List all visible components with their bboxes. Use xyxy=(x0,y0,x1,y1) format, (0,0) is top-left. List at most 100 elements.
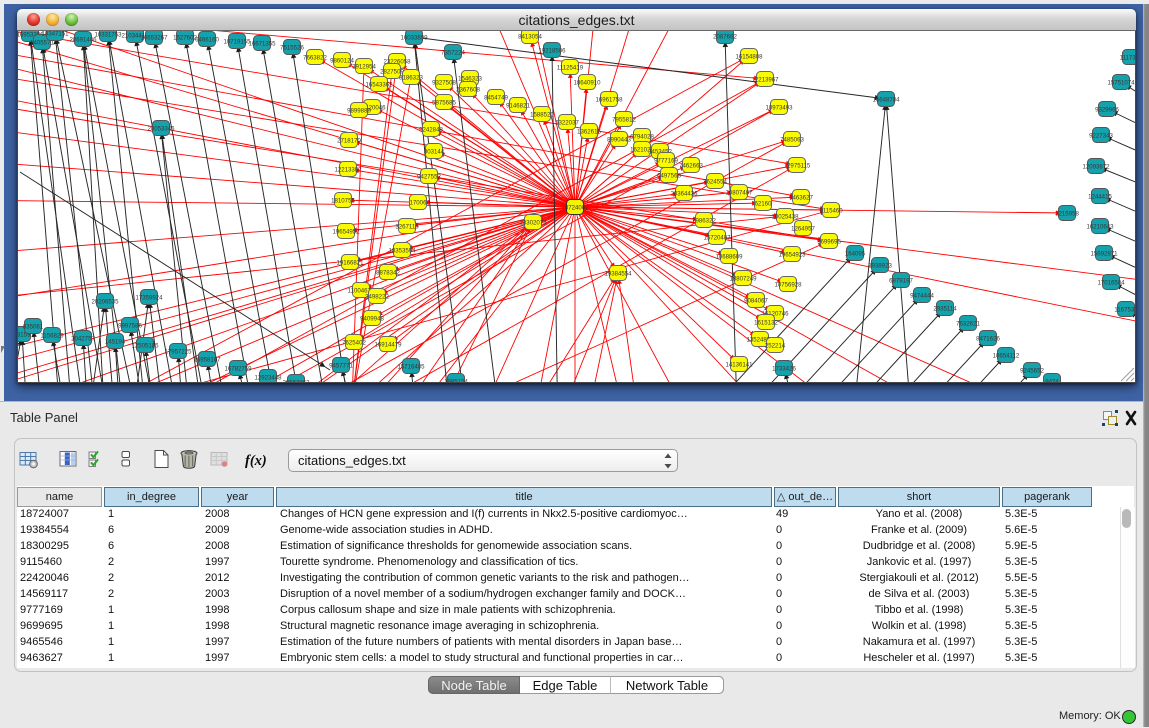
svg-text:803144: 803144 xyxy=(424,149,445,156)
svg-text:6466160: 6466160 xyxy=(195,37,219,44)
svg-text:12093872: 12093872 xyxy=(1082,164,1110,171)
svg-text:10756928: 10756928 xyxy=(774,282,802,289)
svg-text:10653267: 10653267 xyxy=(140,35,168,42)
svg-text:17957225: 17957225 xyxy=(164,349,192,356)
svg-text:10025438: 10025438 xyxy=(771,214,799,221)
svg-text:8413054: 8413054 xyxy=(518,34,542,41)
svg-text:1362615: 1362615 xyxy=(577,129,601,136)
svg-text:164095: 164095 xyxy=(845,251,866,258)
svg-text:9146821: 9146821 xyxy=(506,103,530,110)
svg-text:16961758: 16961758 xyxy=(595,97,623,104)
svg-text:1810755: 1810755 xyxy=(331,198,355,205)
svg-text:10807487: 10807487 xyxy=(725,190,753,197)
svg-text:7462663: 7462663 xyxy=(679,163,703,170)
svg-text:19654952: 19654952 xyxy=(332,229,360,236)
svg-text:6879197: 6879197 xyxy=(889,278,913,285)
svg-text:10719155: 10719155 xyxy=(223,39,251,46)
svg-text:19218506: 19218506 xyxy=(538,48,566,55)
svg-text:20691406: 20691406 xyxy=(69,37,97,44)
svg-text:12213382: 12213382 xyxy=(334,167,362,174)
svg-text:19654923: 19654923 xyxy=(778,252,806,259)
svg-text:15751074: 15751074 xyxy=(1107,80,1135,87)
svg-text:18724007: 18724007 xyxy=(561,205,589,212)
svg-text:1527602: 1527602 xyxy=(173,35,197,42)
svg-text:10654112: 10654112 xyxy=(993,353,1020,360)
svg-text:16210643: 16210643 xyxy=(1086,224,1114,231)
svg-text:145194: 145194 xyxy=(105,339,126,346)
svg-text:16543362: 16543362 xyxy=(365,82,393,89)
svg-text:9860124: 9860124 xyxy=(330,58,354,65)
svg-text:9463627: 9463627 xyxy=(789,195,813,202)
svg-text:1167533: 1167533 xyxy=(1114,307,1136,314)
svg-text:2367608: 2367608 xyxy=(456,87,480,94)
svg-text:62160: 62160 xyxy=(755,201,773,208)
svg-text:1733426: 1733426 xyxy=(772,366,796,373)
svg-text:19166821: 19166821 xyxy=(336,260,364,267)
svg-text:9997586: 9997586 xyxy=(118,323,142,330)
svg-text:3912954: 3912954 xyxy=(352,64,376,71)
svg-text:5875685: 5875685 xyxy=(432,100,456,107)
svg-text:9115460: 9115460 xyxy=(819,208,843,215)
svg-text:15716485: 15716485 xyxy=(397,364,425,371)
svg-text:15692971: 15692971 xyxy=(1090,251,1118,258)
svg-text:18640910: 18640910 xyxy=(573,80,601,87)
svg-text:2087662: 2087662 xyxy=(713,34,737,41)
svg-text:15720407: 15720407 xyxy=(703,235,731,242)
svg-text:9329966: 9329966 xyxy=(1095,107,1119,114)
svg-text:16958107: 16958107 xyxy=(193,357,221,364)
svg-text:16648784: 16648784 xyxy=(872,97,900,104)
svg-text:6794028: 6794028 xyxy=(630,134,654,141)
svg-text:2042757: 2042757 xyxy=(71,336,95,343)
svg-text:9427552: 9427552 xyxy=(417,174,441,181)
svg-text:6497568: 6497568 xyxy=(657,173,681,180)
svg-text:9227343: 9227343 xyxy=(1089,133,1113,140)
svg-text:10331753: 10331753 xyxy=(94,32,122,39)
svg-text:19384554: 19384554 xyxy=(604,271,632,278)
svg-text:20206535: 20206535 xyxy=(91,299,119,306)
svg-text:10688609: 10688609 xyxy=(715,254,743,261)
svg-text:18353594: 18353594 xyxy=(388,248,416,255)
svg-text:7485063: 7485063 xyxy=(780,137,804,144)
svg-text:16782759: 16782759 xyxy=(224,366,252,373)
svg-text:252214: 252214 xyxy=(765,343,786,350)
svg-text:12505185: 12505185 xyxy=(131,343,159,350)
svg-text:9474444: 9474444 xyxy=(910,293,934,300)
svg-text:f(x): f(x) xyxy=(245,453,267,469)
svg-text:12213967: 12213967 xyxy=(751,77,779,84)
svg-text:1117399: 1117399 xyxy=(1120,55,1136,62)
svg-text:7663822: 7663822 xyxy=(303,55,327,62)
svg-text:8186323: 8186323 xyxy=(399,75,423,82)
svg-text:8471626: 8471626 xyxy=(976,336,1000,343)
svg-text:10973493: 10973493 xyxy=(765,105,793,112)
svg-text:14136141: 14136141 xyxy=(725,362,753,369)
svg-text:8990443: 8990443 xyxy=(607,137,631,144)
svg-text:7357224: 7357224 xyxy=(441,50,465,57)
svg-text:7986322: 7986322 xyxy=(692,218,716,225)
svg-text:3215958: 3215958 xyxy=(1055,211,1079,218)
svg-text:17359924: 17359924 xyxy=(135,295,163,302)
svg-text:2718170: 2718170 xyxy=(337,138,361,145)
svg-text:20364436: 20364436 xyxy=(670,191,698,198)
svg-text:10347151: 10347151 xyxy=(41,31,69,38)
svg-text:20053346: 20053346 xyxy=(147,126,175,133)
svg-text:17006: 17006 xyxy=(410,200,428,207)
svg-text:23302073: 23302073 xyxy=(519,220,547,227)
svg-text:9327508: 9327508 xyxy=(432,80,456,87)
svg-text:9699695: 9699695 xyxy=(817,239,841,246)
svg-text:7632621: 7632621 xyxy=(956,321,980,328)
svg-text:16914479: 16914479 xyxy=(374,342,402,349)
svg-text:9242848: 9242848 xyxy=(419,127,443,134)
svg-text:12923448: 12923448 xyxy=(254,375,282,382)
svg-text:9084067: 9084067 xyxy=(744,298,768,305)
svg-text:9409948: 9409948 xyxy=(360,316,384,323)
svg-text:16154808: 16154808 xyxy=(735,54,763,61)
svg-text:3498222: 3498222 xyxy=(365,294,389,301)
svg-text:7515526: 7515526 xyxy=(280,45,304,52)
svg-text:8878342: 8878342 xyxy=(376,270,400,277)
svg-text:1615132: 1615132 xyxy=(754,320,778,327)
svg-text:7625402: 7625402 xyxy=(342,340,366,347)
svg-text:7955812: 7955812 xyxy=(612,117,636,124)
svg-text:1244415: 1244415 xyxy=(1088,194,1112,201)
svg-text:5322037: 5322037 xyxy=(555,120,579,127)
svg-text:835061: 835061 xyxy=(23,324,44,331)
